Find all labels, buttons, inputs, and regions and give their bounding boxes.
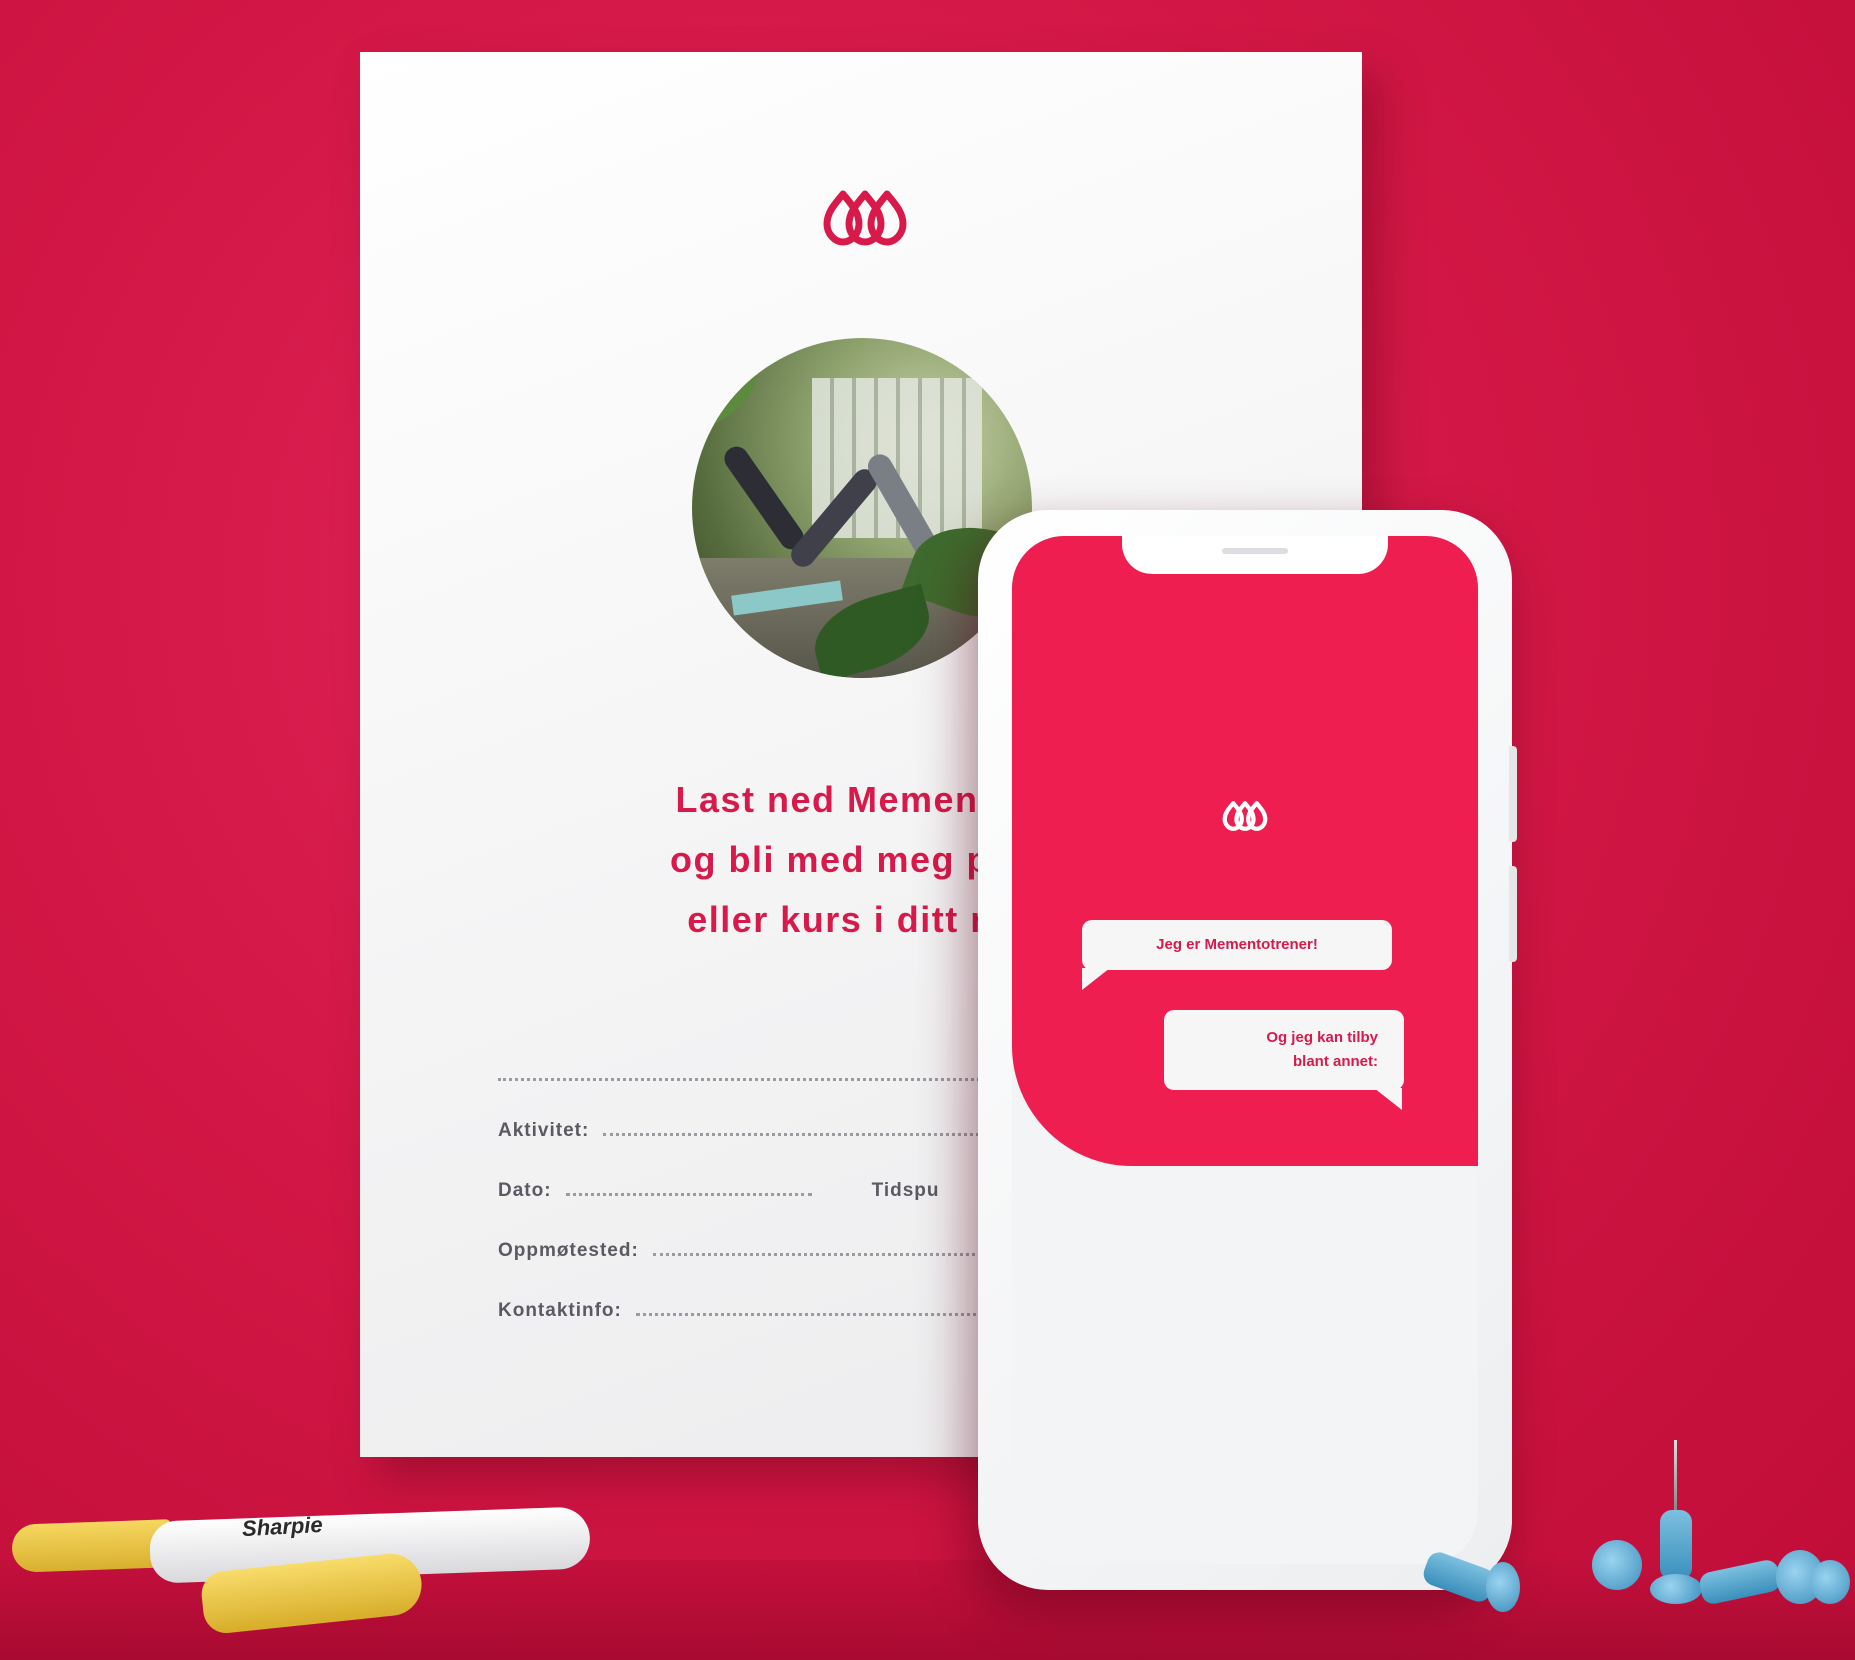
memento-logo-icon [1222, 801, 1268, 831]
chat-bubble-offer: Og jeg kan tilby blant annet: [1164, 1010, 1404, 1090]
date-field: Dato: Tidspu [498, 1180, 940, 1202]
marker-tip [11, 1519, 173, 1573]
power-button [1509, 866, 1517, 962]
phone-screen: Jeg er Mementotrener! Og jeg kan tilby b… [1012, 536, 1478, 1564]
activity-label: Aktivitet: [498, 1120, 590, 1141]
volume-button [1509, 746, 1517, 842]
date-label: Dato: [498, 1180, 552, 1201]
contact-label: Kontaktinfo: [498, 1300, 622, 1321]
time-label: Tidspu [871, 1180, 940, 1201]
chat-bubble-trainer-text: Jeg er Mementotrener! [1156, 936, 1318, 953]
memento-logo-icon [823, 190, 907, 246]
chat-bubble-trainer: Jeg er Mementotrener! [1082, 920, 1392, 970]
push-pin [1660, 1510, 1692, 1580]
chat-bubble-offer-line-1: Og jeg kan tilby [1266, 1029, 1378, 1046]
chat-bubble-offer-line-2: blant annet: [1293, 1053, 1378, 1070]
meeting-place-label: Oppmøtested: [498, 1240, 639, 1261]
smartphone: Jeg er Mementotrener! Og jeg kan tilby b… [978, 510, 1517, 1590]
push-pin [1592, 1540, 1642, 1590]
marker-brand-label: Sharpie [241, 1511, 324, 1542]
phone-notch [1122, 536, 1388, 574]
